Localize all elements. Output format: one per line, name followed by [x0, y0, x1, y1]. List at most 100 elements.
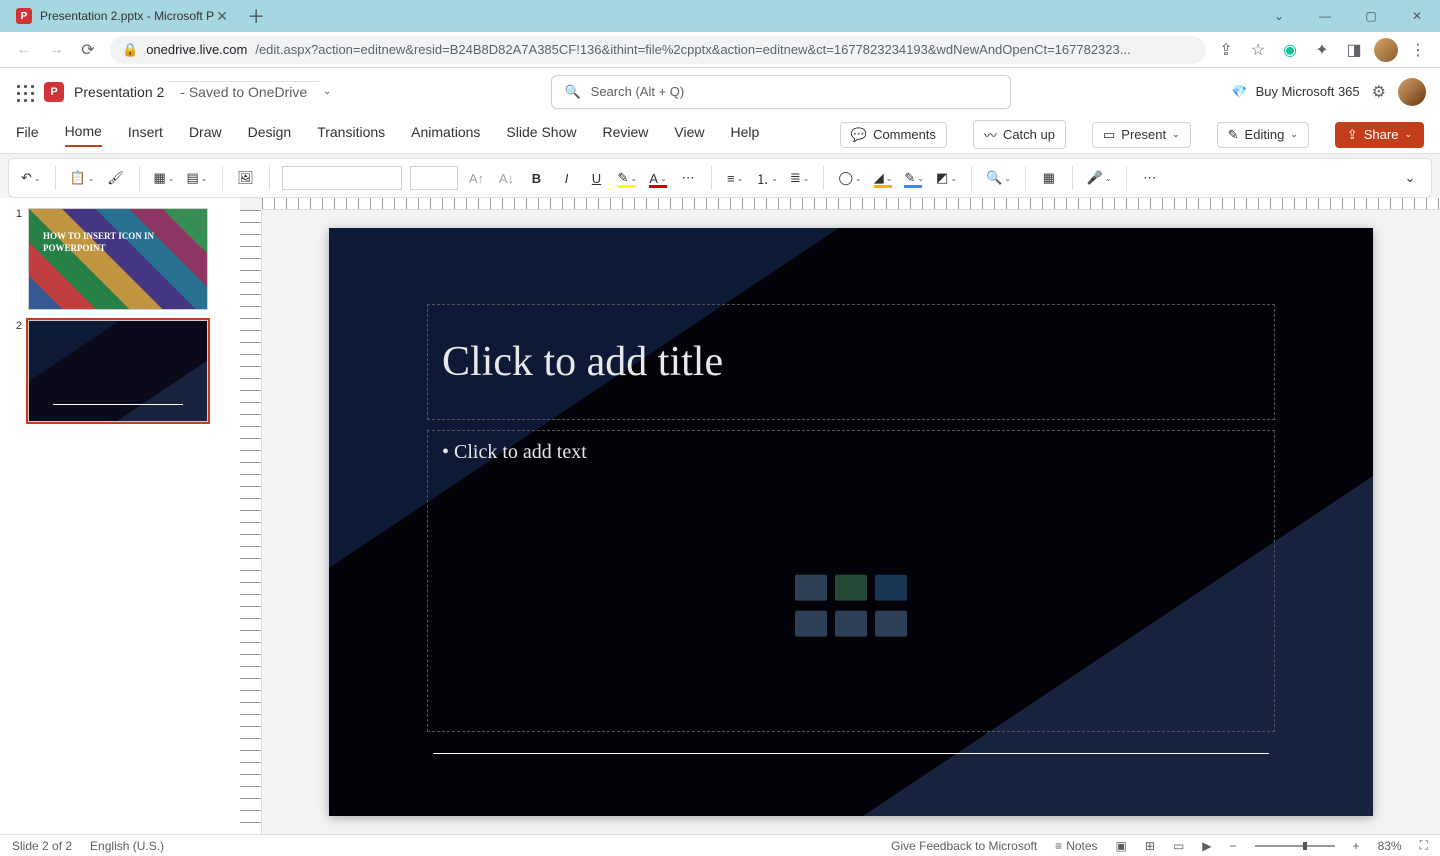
insert-chart-icon[interactable] — [835, 575, 867, 601]
insert-table-icon[interactable] — [795, 575, 827, 601]
lock-icon: 🔒 — [122, 42, 138, 58]
notes-icon: ≡ — [1055, 839, 1062, 853]
slide-background[interactable]: Click to add title Click to add text — [262, 210, 1440, 834]
tab-animations[interactable]: Animations — [411, 124, 480, 146]
designer-button[interactable]: ▦ — [1038, 164, 1060, 192]
shape-outline-button[interactable]: ✎⌄ — [902, 164, 926, 192]
font-color-button[interactable]: A⌄ — [647, 164, 669, 192]
layout-button[interactable]: ▤⌄ — [185, 164, 210, 192]
minimize-button[interactable]: — — [1302, 0, 1348, 32]
shapes-button[interactable]: ◯⌄ — [836, 164, 863, 192]
find-button[interactable]: 🔍⌄ — [984, 164, 1013, 192]
format-painter-button[interactable]: 🖌 — [105, 164, 127, 192]
fit-to-window-button[interactable]: ⛶ — [1420, 838, 1428, 853]
catchup-button[interactable]: 〰Catch up — [973, 120, 1066, 149]
chevron-down-icon[interactable]: ⌄ — [1256, 0, 1302, 32]
tab-view[interactable]: View — [674, 124, 704, 146]
app-header: P Presentation 2 - Saved to OneDrive ⌄ 🔍… — [0, 68, 1440, 116]
insert-smartart-icon[interactable] — [875, 575, 907, 601]
underline-button[interactable]: U — [586, 164, 608, 192]
paste-button[interactable]: 📋⌄ — [68, 164, 97, 192]
zoom-slider[interactable] — [1255, 845, 1335, 847]
highlight-button[interactable]: ✎⌄ — [616, 164, 640, 192]
undo-button[interactable]: ↶⌄ — [19, 164, 43, 192]
shape-fill-button[interactable]: ◢⌄ — [872, 164, 895, 192]
share-button[interactable]: ⇪Share⌄ — [1335, 122, 1424, 148]
url-input[interactable]: 🔒 onedrive.live.com/edit.aspx?action=edi… — [110, 36, 1206, 64]
browser-menu-button[interactable]: ⋮ — [1404, 36, 1432, 64]
font-family-select[interactable] — [282, 166, 402, 190]
tab-design[interactable]: Design — [248, 124, 292, 146]
notes-button[interactable]: ≡Notes — [1055, 839, 1097, 853]
main-area: 1 HOW TO INSERT ICON IN POWERPOINT 2 — [0, 198, 1440, 834]
settings-gear-icon[interactable]: ⚙ — [1372, 82, 1386, 102]
close-window-button[interactable]: ✕ — [1394, 0, 1440, 32]
zoom-in-button[interactable]: + — [1353, 839, 1360, 853]
insert-online-picture-icon[interactable] — [835, 611, 867, 637]
zoom-level[interactable]: 83% — [1378, 839, 1402, 853]
more-commands-button[interactable]: ⋯ — [1139, 164, 1161, 192]
tab-slideshow[interactable]: Slide Show — [506, 124, 576, 146]
close-tab-button[interactable]: ✕ — [214, 8, 230, 24]
share-page-icon[interactable]: ⇪ — [1212, 36, 1240, 64]
insert-video-icon[interactable] — [875, 611, 907, 637]
maximize-button[interactable]: ▢ — [1348, 0, 1394, 32]
slide-canvas[interactable]: Click to add title Click to add text — [329, 228, 1373, 816]
dictate-button[interactable]: 🎤⌄ — [1085, 164, 1114, 192]
content-placeholder[interactable]: Click to add text — [427, 430, 1275, 732]
comment-icon: 💬 — [851, 127, 867, 143]
slideshow-view-button[interactable]: ▶ — [1202, 839, 1211, 853]
slide-number-status[interactable]: Slide 2 of 2 — [12, 839, 72, 853]
slide-thumbnail-2[interactable] — [28, 320, 208, 422]
insert-picture-icon[interactable] — [795, 611, 827, 637]
editing-mode-button[interactable]: ✎Editing⌄ — [1217, 122, 1309, 148]
tab-transitions[interactable]: Transitions — [317, 124, 385, 146]
tab-insert[interactable]: Insert — [128, 124, 163, 146]
user-avatar[interactable] — [1398, 78, 1426, 106]
reading-view-button[interactable]: ▭ — [1173, 839, 1184, 853]
slide-thumbnail-1[interactable]: HOW TO INSERT ICON IN POWERPOINT — [28, 208, 208, 310]
title-placeholder[interactable]: Click to add title — [427, 304, 1275, 420]
italic-button[interactable]: I — [556, 164, 578, 192]
reload-button[interactable]: ⟳ — [72, 34, 104, 66]
browser-tab[interactable]: P Presentation 2.pptx - Microsoft P ✕ — [6, 0, 238, 32]
numbering-button[interactable]: ⒈⌄ — [754, 164, 780, 192]
extensions-icon[interactable]: ✦ — [1308, 36, 1336, 64]
new-tab-button[interactable]: ＋ — [242, 2, 270, 30]
side-panel-icon[interactable]: ◨ — [1340, 36, 1368, 64]
search-input[interactable]: 🔍 Search (Alt + Q) — [551, 75, 1011, 109]
tab-file[interactable]: File — [16, 124, 39, 146]
align-button[interactable]: ≣⌄ — [788, 164, 812, 192]
search-placeholder: Search (Alt + Q) — [591, 84, 685, 99]
bullets-button[interactable]: ≡⌄ — [724, 164, 746, 192]
tab-draw[interactable]: Draw — [189, 124, 222, 146]
language-status[interactable]: English (U.S.) — [90, 839, 164, 853]
document-title[interactable]: Presentation 2 - Saved to OneDrive ⌄ — [74, 81, 332, 103]
normal-view-button[interactable]: ▣ — [1116, 839, 1127, 853]
sorter-view-button[interactable]: ⊞ — [1145, 839, 1155, 853]
comments-button[interactable]: 💬Comments — [840, 122, 947, 148]
tab-home[interactable]: Home — [65, 123, 102, 147]
profile-avatar[interactable] — [1372, 36, 1400, 64]
bookmark-icon[interactable]: ☆ — [1244, 36, 1272, 64]
bold-button[interactable]: B — [526, 164, 548, 192]
tab-review[interactable]: Review — [602, 124, 648, 146]
new-slide-button[interactable]: ▦⌄ — [152, 164, 177, 192]
zoom-out-button[interactable]: − — [1230, 839, 1237, 853]
buy-microsoft-365-button[interactable]: 💎 Buy Microsoft 365 — [1231, 84, 1359, 100]
font-size-select[interactable] — [410, 166, 458, 190]
powerpoint-favicon-icon: P — [16, 8, 32, 24]
collapse-ribbon-button[interactable]: ⌄ — [1399, 164, 1421, 192]
extension-grammarly-icon[interactable]: ◉ — [1276, 36, 1304, 64]
app-launcher-icon[interactable] — [14, 82, 34, 102]
forward-button[interactable]: → — [40, 34, 72, 66]
arrange-button[interactable]: ◩⌄ — [934, 164, 959, 192]
decrease-font-button[interactable]: A↓ — [496, 164, 518, 192]
increase-font-button[interactable]: A↑ — [466, 164, 488, 192]
back-button[interactable]: ← — [8, 34, 40, 66]
tab-help[interactable]: Help — [730, 124, 759, 146]
feedback-button[interactable]: Give Feedback to Microsoft — [891, 839, 1037, 853]
more-font-button[interactable]: ⋯ — [677, 164, 699, 192]
picture-placeholder-button[interactable]: 🖼 — [235, 164, 257, 192]
present-button[interactable]: ▭Present⌄ — [1092, 122, 1191, 148]
